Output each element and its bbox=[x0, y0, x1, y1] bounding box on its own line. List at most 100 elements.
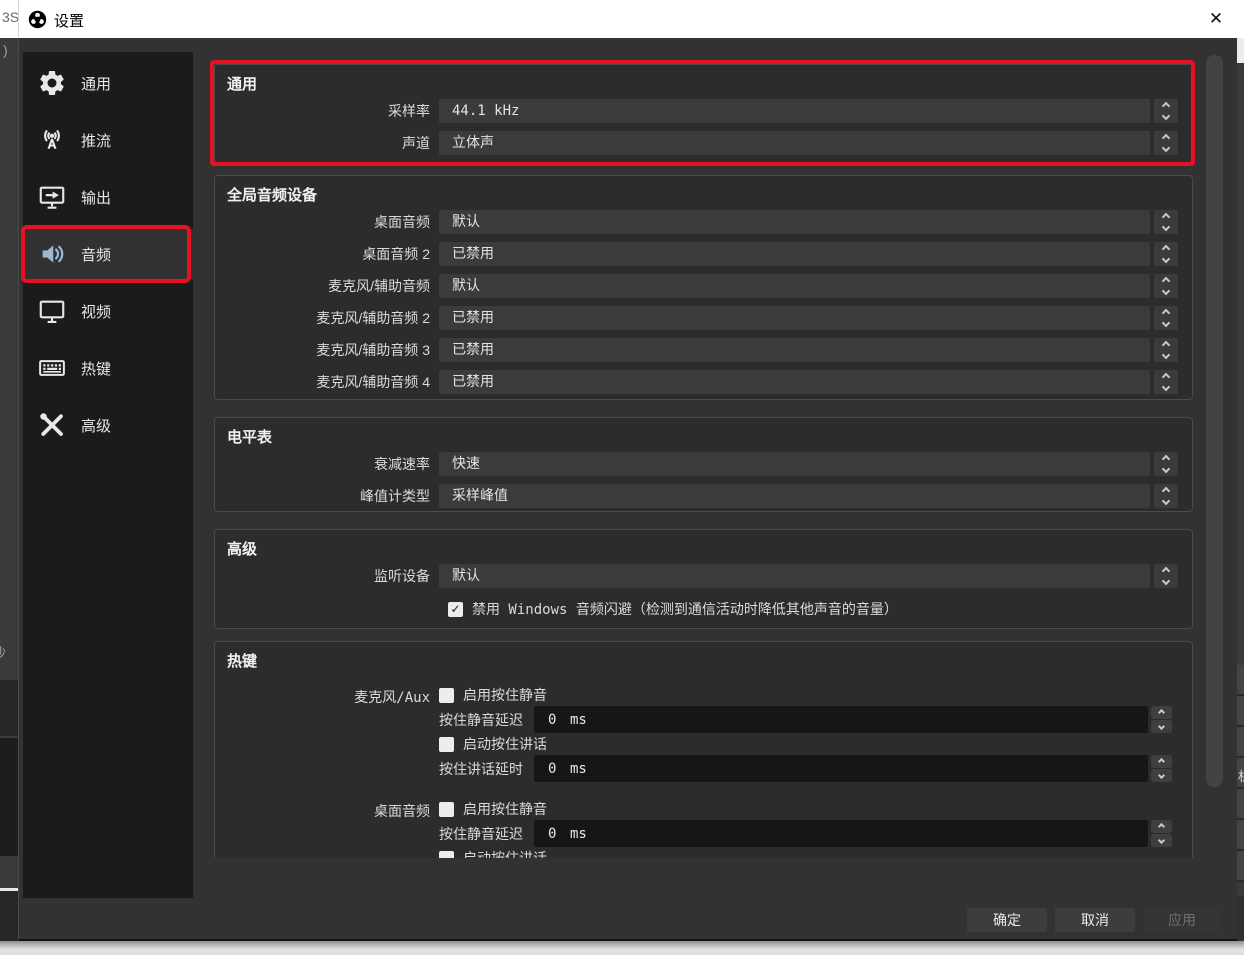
field-label: 桌面音频 bbox=[215, 212, 439, 232]
setting-row-decay-rate: 衰减速率 快速 bbox=[215, 452, 1192, 476]
checkbox-label: 启动按住讲话 bbox=[463, 848, 547, 858]
chevron-down-icon bbox=[1162, 577, 1170, 585]
sidebar-item-hotkeys[interactable]: 热键 bbox=[23, 343, 193, 393]
chevron-down-icon bbox=[1158, 723, 1165, 730]
group-title: 全局音频设备 bbox=[215, 176, 1192, 204]
desktop-audio-combo[interactable]: 默认 bbox=[439, 210, 1150, 234]
desktop-background-strip bbox=[0, 941, 1244, 955]
mic-aux-combo[interactable]: 默认 bbox=[439, 274, 1150, 298]
broadcast-icon bbox=[37, 125, 67, 155]
chevron-up-icon bbox=[1158, 709, 1165, 716]
sidebar-item-general[interactable]: 通用 bbox=[23, 58, 193, 108]
background-window-right-edge: 机 bbox=[1237, 0, 1244, 955]
checkbox-unchecked[interactable] bbox=[439, 802, 454, 817]
combo-value: 快速 bbox=[452, 456, 480, 472]
spinner-control[interactable] bbox=[1154, 564, 1178, 588]
spinner-control[interactable] bbox=[1154, 338, 1178, 362]
spin-down-button[interactable] bbox=[1151, 720, 1172, 733]
input-unit: ms bbox=[570, 712, 587, 728]
spin-up-button[interactable] bbox=[1151, 755, 1172, 768]
push-to-talk-enable-row: 启动按住讲话 bbox=[439, 734, 1172, 754]
combo-value: 已禁用 bbox=[452, 342, 494, 358]
chevron-up-icon bbox=[1162, 487, 1170, 495]
sample-rate-combo[interactable]: 44.1 kHz bbox=[439, 99, 1150, 123]
field-label: 按住静音延迟 bbox=[439, 824, 527, 844]
desktop-audio-2-combo[interactable]: 已禁用 bbox=[439, 242, 1150, 266]
sidebar-item-audio[interactable]: 音频 bbox=[23, 229, 193, 279]
combo-value: 默认 bbox=[452, 568, 480, 584]
spin-down-button[interactable] bbox=[1151, 769, 1172, 782]
spinner-control[interactable] bbox=[1154, 242, 1178, 266]
peak-meter-type-combo[interactable]: 采样峰值 bbox=[439, 484, 1150, 508]
chevron-down-icon bbox=[1162, 465, 1170, 473]
ok-button[interactable]: 确定 bbox=[967, 908, 1047, 932]
field-label: 按住讲话延时 bbox=[439, 759, 527, 779]
background-window-left-edge: ) 沙 bbox=[0, 38, 18, 941]
sidebar-item-label: 推流 bbox=[81, 130, 111, 151]
setting-row-desktop-audio: 桌面音频 默认 bbox=[215, 210, 1192, 234]
spinner-control[interactable] bbox=[1154, 99, 1178, 123]
mic-aux-3-combo[interactable]: 已禁用 bbox=[439, 338, 1150, 362]
spinner-control[interactable] bbox=[1154, 370, 1178, 394]
spinner-control[interactable] bbox=[1154, 210, 1178, 234]
display-icon bbox=[37, 296, 67, 326]
push-to-talk-delay-row: 按住讲话延时 0 ms bbox=[439, 755, 1172, 782]
chevron-up-icon bbox=[1162, 134, 1170, 142]
push-to-mute-delay-input[interactable]: 0 ms bbox=[534, 820, 1148, 847]
settings-scroll-area[interactable]: 通用 采样率 44.1 kHz 声道 立体声 全局音频设备 桌面音频 bbox=[211, 52, 1197, 858]
checkbox-checked[interactable]: ✓ bbox=[448, 602, 463, 617]
sidebar-item-advanced[interactable]: 高级 bbox=[23, 400, 193, 450]
chevron-down-icon bbox=[1162, 255, 1170, 263]
push-to-mute-delay-row: 按住静音延迟 0 ms bbox=[439, 706, 1172, 733]
spinner-control[interactable] bbox=[1154, 484, 1178, 508]
background-list-fragment: 机 bbox=[1237, 665, 1244, 882]
spinner-control[interactable] bbox=[1154, 131, 1178, 155]
check-icon: ✓ bbox=[450, 602, 460, 616]
sidebar-item-output[interactable]: 输出 bbox=[23, 172, 193, 222]
cancel-button[interactable]: 取消 bbox=[1055, 908, 1135, 932]
push-to-mute-delay-input[interactable]: 0 ms bbox=[534, 706, 1148, 733]
apply-button-disabled[interactable]: 应用 bbox=[1143, 908, 1221, 932]
background-title-fragment: 3S bbox=[2, 9, 19, 25]
spinner-control[interactable] bbox=[1154, 452, 1178, 476]
setting-row-mic-aux: 麦克风/辅助音频 默认 bbox=[215, 274, 1192, 298]
chevron-up-icon bbox=[1158, 758, 1165, 765]
chevron-up-icon bbox=[1162, 341, 1170, 349]
setting-row-sample-rate: 采样率 44.1 kHz bbox=[215, 99, 1192, 123]
spin-up-button[interactable] bbox=[1151, 820, 1172, 833]
input-value: 0 bbox=[534, 826, 570, 842]
checkbox-label: 启用按住静音 bbox=[463, 799, 547, 819]
close-icon[interactable]: ✕ bbox=[1200, 6, 1232, 32]
input-value: 0 bbox=[534, 761, 570, 777]
chevron-down-icon bbox=[1162, 112, 1170, 120]
checkbox-unchecked[interactable] bbox=[439, 737, 454, 752]
combo-value: 默认 bbox=[452, 214, 480, 230]
monitoring-device-combo[interactable]: 默认 bbox=[439, 564, 1150, 588]
push-to-talk-delay-input[interactable]: 0 ms bbox=[534, 755, 1148, 782]
decay-rate-combo[interactable]: 快速 bbox=[439, 452, 1150, 476]
group-meters: 电平表 衰减速率 快速 峰值计类型 采样峰值 bbox=[214, 417, 1193, 512]
spinner-control[interactable] bbox=[1154, 306, 1178, 330]
settings-dialog: 通用 推流 bbox=[18, 38, 1237, 941]
chevron-up-icon bbox=[1162, 213, 1170, 221]
sidebar-item-video[interactable]: 视频 bbox=[23, 286, 193, 336]
mic-aux-2-combo[interactable]: 已禁用 bbox=[439, 306, 1150, 330]
checkbox-unchecked[interactable] bbox=[439, 851, 454, 859]
spin-up-button[interactable] bbox=[1151, 706, 1172, 719]
chevron-down-icon bbox=[1162, 383, 1170, 391]
checkbox-unchecked[interactable] bbox=[439, 688, 454, 703]
spin-down-button[interactable] bbox=[1151, 834, 1172, 847]
titlebar-separator bbox=[18, 0, 19, 38]
field-label: 峰值计类型 bbox=[215, 486, 439, 506]
background-list-row bbox=[1237, 789, 1244, 820]
background-fragment-char: 机 bbox=[1238, 766, 1244, 785]
channels-combo[interactable]: 立体声 bbox=[439, 131, 1150, 155]
dialog-titlebar[interactable]: 3S 设置 ✕ bbox=[0, 0, 1244, 38]
spinner-control[interactable] bbox=[1154, 274, 1178, 298]
push-to-mute-delay-row: 按住静音延迟 0 ms bbox=[439, 820, 1172, 847]
background-panel-fragment bbox=[0, 738, 18, 856]
mic-aux-4-combo[interactable]: 已禁用 bbox=[439, 370, 1150, 394]
sidebar-item-stream[interactable]: 推流 bbox=[23, 115, 193, 165]
vertical-scrollbar-thumb[interactable] bbox=[1206, 55, 1223, 787]
chevron-up-icon bbox=[1162, 567, 1170, 575]
